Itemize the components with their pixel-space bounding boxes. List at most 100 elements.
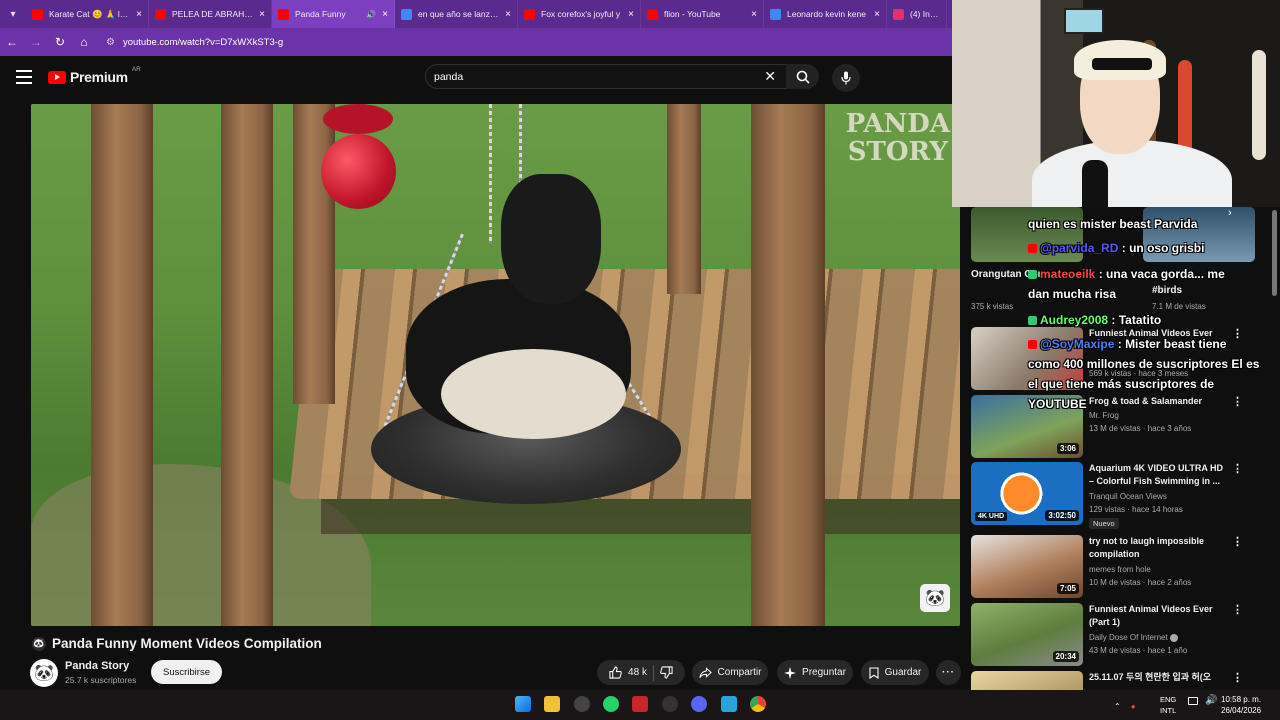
- search-button[interactable]: [786, 64, 819, 89]
- chat-platform-icon: [1028, 316, 1037, 326]
- panda-emoji-icon: 🐼: [32, 636, 46, 651]
- video-title[interactable]: try not to laugh impossible compilation: [1089, 535, 1229, 561]
- video-channel[interactable]: memes from hole: [1089, 565, 1151, 574]
- video-thumbnail[interactable]: 7:05: [971, 535, 1083, 598]
- region-code: AR: [131, 65, 141, 73]
- sunglasses: [1092, 58, 1152, 70]
- channel-avatar[interactable]: 🐼: [30, 659, 58, 687]
- close-tab-icon[interactable]: ×: [136, 9, 142, 20]
- chat-text: como 400 millones de suscriptores El es: [1028, 357, 1260, 371]
- whatsapp-icon[interactable]: [603, 696, 619, 712]
- clear-search-icon[interactable]: ✕: [764, 68, 776, 85]
- more-actions-button[interactable]: ···: [936, 660, 961, 685]
- save-button[interactable]: Guardar: [861, 660, 929, 685]
- browser-tab[interactable]: Karate Cat 😊 🙏 l ca ×: [26, 0, 149, 28]
- volume-icon[interactable]: 🔊: [1205, 695, 1217, 706]
- app-icon[interactable]: [662, 696, 678, 712]
- video-title[interactable]: 25.11.07 두의 현란한 입과 허(오: [1089, 671, 1239, 684]
- chat-text: YOUTUBE: [1028, 397, 1087, 411]
- close-tab-icon[interactable]: ×: [874, 9, 880, 20]
- video-thumbnail[interactable]: [971, 671, 1083, 690]
- microphone-icon: [841, 71, 851, 85]
- close-tab-icon[interactable]: ×: [505, 9, 511, 20]
- voice-search-button[interactable]: [832, 64, 860, 92]
- back-icon[interactable]: ←: [0, 28, 24, 56]
- save-label: Guardar: [884, 667, 922, 678]
- site-info-icon[interactable]: ⚙: [106, 37, 115, 48]
- browser-tab[interactable]: Fox corefox's joyful y ×: [518, 0, 641, 28]
- forward-icon[interactable]: →: [24, 28, 48, 56]
- browser-tab[interactable]: Panda Funny 🔊 ×: [272, 0, 395, 28]
- more-vertical-icon[interactable]: ⋮: [1232, 462, 1243, 475]
- chat-message: Audrey2008 : Tatatito: [1028, 310, 1278, 330]
- wooden-post: [667, 104, 701, 294]
- video-meta: 43 M de vistas · hace 1 año: [1089, 646, 1188, 655]
- tab-search-chevron-icon[interactable]: ▾: [0, 0, 26, 28]
- video-meta: 13 M de vistas · hace 3 años: [1089, 424, 1192, 433]
- browser-tab[interactable]: flion - YouTube ×: [641, 0, 764, 28]
- video-meta: 129 vistas · hace 14 horas: [1089, 505, 1183, 514]
- chrome-icon[interactable]: [750, 696, 766, 712]
- share-button[interactable]: Compartir: [692, 660, 768, 685]
- microphone-tray-icon[interactable]: ●: [1131, 702, 1136, 711]
- chat-message: mateoeilk : una vaca gorda... me: [1028, 264, 1278, 284]
- youtube-logo[interactable]: Premium AR: [48, 65, 141, 85]
- like-button[interactable]: 48 k: [609, 666, 647, 679]
- windows-start-icon[interactable]: [515, 696, 531, 712]
- channel-name[interactable]: Panda Story: [65, 660, 129, 672]
- video-thumbnail[interactable]: 4K UHD 3:02:50: [971, 462, 1083, 525]
- file-explorer-icon[interactable]: [544, 696, 560, 712]
- search-icon: [796, 70, 810, 84]
- close-tab-icon[interactable]: ×: [259, 9, 265, 20]
- video-player[interactable]: PANDA STORY 🐼: [31, 104, 960, 626]
- ask-button[interactable]: Preguntar: [777, 660, 853, 685]
- browser-tab[interactable]: PELEA DE ABRAHAM ×: [149, 0, 272, 28]
- network-icon[interactable]: [1188, 697, 1198, 705]
- thumbs-down-icon[interactable]: [660, 666, 673, 679]
- browser-tab[interactable]: Leonardo kevin kene ×: [764, 0, 887, 28]
- subscribe-button[interactable]: Suscribirse: [151, 660, 222, 684]
- discord-icon[interactable]: [691, 696, 707, 712]
- video-channel[interactable]: Tranquil Ocean Views: [1089, 492, 1167, 501]
- search-input[interactable]: panda ✕: [425, 64, 787, 89]
- tab-audio-icon[interactable]: 🔊: [366, 10, 376, 19]
- url-field[interactable]: ⚙ youtube.com/watch?v=D7xWXkST3-g: [106, 37, 283, 48]
- home-icon[interactable]: ⌂: [72, 28, 96, 56]
- wooden-post: [751, 104, 825, 626]
- video-title[interactable]: Aquarium 4K VIDEO ULTRA HD – Colorful Fi…: [1089, 462, 1229, 488]
- url-text: youtube.com/watch?v=D7xWXkST3-g: [122, 36, 284, 48]
- close-tab-icon[interactable]: ×: [628, 9, 634, 20]
- reload-icon[interactable]: ↻: [48, 28, 72, 56]
- obs-icon[interactable]: [574, 696, 590, 712]
- more-vertical-icon[interactable]: ⋮: [1232, 535, 1243, 548]
- close-tab-icon[interactable]: ×: [382, 9, 388, 20]
- more-horizontal-icon: ···: [942, 667, 955, 678]
- video-duration: 20:34: [1052, 651, 1079, 662]
- menu-icon[interactable]: [16, 70, 32, 84]
- new-badge: Nuevo: [1089, 518, 1119, 529]
- system-clock[interactable]: 10:58 p. m. 26/04/2026: [1221, 694, 1261, 716]
- video-channel[interactable]: Daily Dose Of Internet: [1089, 633, 1178, 642]
- app-icon[interactable]: [632, 696, 648, 712]
- browser-tab[interactable]: en que año se lanzo y ×: [395, 0, 518, 28]
- video-duration: 7:05: [1056, 583, 1079, 594]
- ask-label: Preguntar: [802, 667, 846, 678]
- more-vertical-icon[interactable]: ⋮: [1232, 671, 1243, 684]
- tray-chevron-icon[interactable]: ⌃: [1114, 702, 1121, 711]
- tab-favicon-icon: [524, 8, 535, 20]
- chat-platform-icon: [1028, 340, 1037, 350]
- share-label: Compartir: [717, 667, 762, 678]
- input-language[interactable]: ENG INTL: [1160, 694, 1176, 716]
- verified-icon: [1169, 633, 1178, 642]
- chat-message: quien es mister beast Parvida: [1028, 214, 1278, 234]
- thumbs-up-icon: [609, 666, 622, 679]
- tab-title: Panda Funny: [295, 9, 346, 19]
- video-title[interactable]: Funniest Animal Videos Ever (Part 1): [1089, 603, 1229, 629]
- more-vertical-icon[interactable]: ⋮: [1232, 603, 1243, 616]
- video-thumbnail[interactable]: 20:34: [971, 603, 1083, 666]
- tab-favicon-icon: [155, 8, 166, 20]
- app-icon[interactable]: [721, 696, 737, 712]
- close-tab-icon[interactable]: ×: [751, 9, 757, 20]
- chat-text: : una vaca gorda... me: [1098, 267, 1225, 281]
- browser-tab[interactable]: (4) Instagram: [887, 0, 947, 28]
